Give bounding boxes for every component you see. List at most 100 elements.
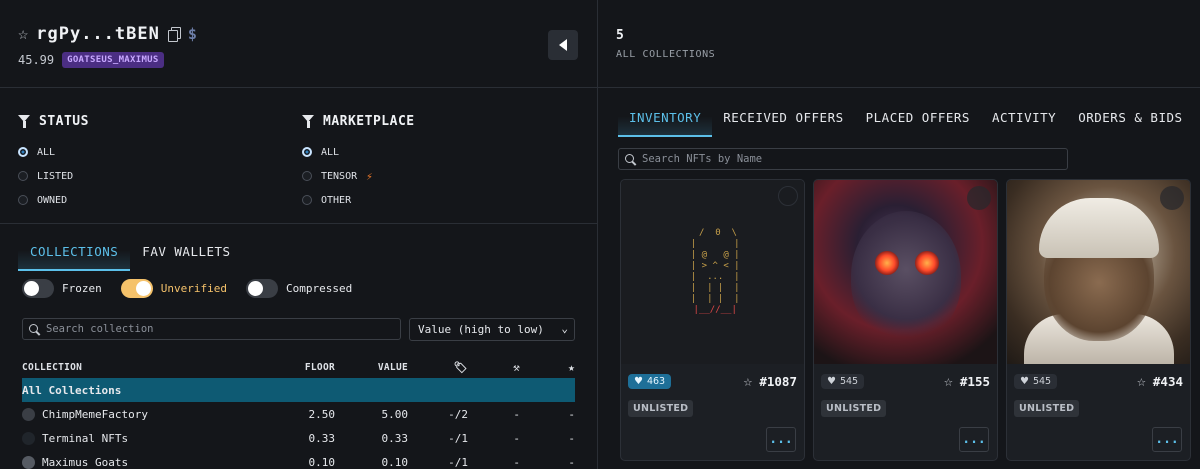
marketplace-option-all[interactable]: ALL bbox=[302, 140, 415, 164]
wallet-tag: GOATSEUS_MAXIMUS bbox=[62, 52, 164, 68]
fav-cell: - bbox=[568, 455, 575, 469]
tab-orders-bids[interactable]: ORDERS & BIDS bbox=[1067, 104, 1193, 137]
favorite-star-icon[interactable]: ☆ bbox=[743, 372, 752, 390]
column-floor[interactable]: FLOOR bbox=[272, 362, 335, 373]
sort-select[interactable]: Value (high to low) ⌄ bbox=[409, 318, 575, 341]
option-label: OWNED bbox=[37, 194, 68, 206]
column-fav[interactable]: ★ bbox=[520, 361, 575, 374]
ascii-art-image: / 0 \ | | | @ @ | | > ^ < | | ... | | | … bbox=[690, 228, 740, 315]
right-panel: 5 ALL COLLECTIONS INVENTORY RECEIVED OFF… bbox=[598, 0, 1200, 469]
collection-name: Terminal NFTs bbox=[42, 431, 129, 445]
table-row[interactable]: Terminal NFTs 0.33 0.33 -/1 - - bbox=[22, 426, 575, 450]
divider bbox=[598, 87, 1200, 88]
tab-received-offers[interactable]: RECEIVED OFFERS bbox=[712, 104, 854, 137]
marketplace-filter-title: MARKETPLACE bbox=[323, 114, 415, 129]
radio[interactable] bbox=[302, 195, 312, 205]
tab-fav-wallets[interactable]: FAV WALLETS bbox=[130, 238, 242, 271]
tab-inventory[interactable]: INVENTORY bbox=[618, 104, 713, 137]
favorite-star-icon[interactable]: ☆ bbox=[18, 24, 28, 44]
nft-card[interactable]: ♥ 545 ☆ #434 UNLISTED ... bbox=[1006, 179, 1191, 461]
floor-value: 0.10 bbox=[308, 455, 336, 469]
collapse-panel-button[interactable] bbox=[548, 30, 578, 60]
toggle-switch[interactable] bbox=[245, 279, 278, 298]
likes-badge: ♥ 545 bbox=[1014, 373, 1058, 389]
wallet-balance: 45.99 bbox=[18, 53, 55, 67]
status-filter: STATUS ALL LISTED OWNED bbox=[18, 114, 89, 212]
wallet-header: ☆ rgPy...tBEN $ 45.99 GOATSEUS_MAXIMUS bbox=[18, 24, 197, 68]
value-cell: 0.10 bbox=[381, 455, 409, 469]
status-option-all[interactable]: ALL bbox=[18, 140, 89, 164]
option-label: ALL bbox=[321, 146, 340, 158]
column-collection[interactable]: COLLECTION bbox=[22, 362, 272, 373]
toggle-label: Compressed bbox=[285, 282, 353, 295]
frozen-toggle[interactable]: Frozen bbox=[22, 279, 102, 298]
table-row-all[interactable]: All Collections bbox=[22, 378, 575, 402]
column-bids[interactable]: ⚒ bbox=[468, 361, 520, 374]
divider bbox=[0, 87, 598, 88]
count-value: 5 bbox=[616, 28, 624, 43]
nft-card[interactable]: ♥ 545 ☆ #155 UNLISTED ... bbox=[813, 179, 998, 461]
nft-search-input[interactable] bbox=[642, 153, 1067, 165]
all-collections-label: All Collections bbox=[22, 383, 122, 397]
more-options-button[interactable]: ... bbox=[959, 427, 989, 452]
filter-icon bbox=[302, 115, 315, 128]
toggle-switch[interactable] bbox=[22, 279, 54, 298]
radio[interactable] bbox=[302, 171, 312, 181]
nft-search bbox=[618, 148, 1068, 170]
unverified-toggle[interactable]: Unverified bbox=[120, 279, 227, 298]
radio-selected[interactable] bbox=[302, 147, 312, 157]
table-row[interactable]: ChimpMemeFactory 2.50 5.00 -/2 - - bbox=[22, 402, 575, 426]
radio-selected[interactable] bbox=[18, 147, 28, 157]
floor-value: 0.33 bbox=[308, 431, 336, 445]
radio[interactable] bbox=[18, 195, 28, 205]
filter-icon bbox=[18, 115, 31, 128]
nft-card[interactable]: / 0 \ | | | @ @ | | > ^ < | | ... | | | … bbox=[620, 179, 805, 461]
listed-cell: -/1 bbox=[448, 431, 468, 445]
tag-icon: 🏷 bbox=[453, 360, 468, 374]
collection-avatar bbox=[22, 407, 35, 421]
chevron-left-icon bbox=[559, 39, 567, 51]
ape-illustration bbox=[850, 210, 961, 341]
favorite-star-icon[interactable]: ☆ bbox=[1137, 372, 1146, 390]
marketplace-option-other[interactable]: OTHER bbox=[302, 188, 415, 212]
more-options-button[interactable]: ... bbox=[766, 427, 796, 452]
helmet-illustration bbox=[1038, 198, 1159, 258]
collection-badge-icon bbox=[967, 186, 991, 210]
wallet-address: rgPy...tBEN bbox=[36, 24, 160, 44]
collection-search-input[interactable] bbox=[46, 323, 400, 335]
collections-table: COLLECTION FLOOR VALUE 🏷 ⚒ ★ All Collect… bbox=[22, 356, 575, 469]
status-filter-title: STATUS bbox=[39, 114, 89, 129]
star-icon: ★ bbox=[568, 360, 575, 374]
left-tabs: COLLECTIONS FAV WALLETS bbox=[18, 238, 243, 271]
collection-badge-icon bbox=[778, 186, 798, 206]
bids-cell: - bbox=[513, 455, 520, 469]
tab-placed-offers[interactable]: PLACED OFFERS bbox=[855, 104, 981, 137]
column-listed[interactable]: 🏷 bbox=[408, 361, 468, 374]
option-label: LISTED bbox=[37, 170, 74, 182]
tab-collections[interactable]: COLLECTIONS bbox=[18, 238, 131, 271]
option-label: ALL bbox=[37, 146, 56, 158]
fav-cell: - bbox=[568, 407, 575, 421]
heart-icon: ♥ bbox=[1020, 375, 1029, 387]
table-row[interactable]: Maximus Goats 0.10 0.10 -/1 - - bbox=[22, 450, 575, 469]
marketplace-option-tensor[interactable]: TENSOR ⚡ bbox=[302, 164, 415, 188]
likes-badge: ♥ 545 bbox=[821, 373, 865, 389]
heart-icon: ♥ bbox=[634, 375, 643, 387]
status-option-listed[interactable]: LISTED bbox=[18, 164, 89, 188]
collection-search bbox=[22, 318, 401, 340]
compressed-toggle[interactable]: Compressed bbox=[245, 279, 353, 298]
more-options-button[interactable]: ... bbox=[1152, 427, 1182, 452]
heart-icon: ♥ bbox=[827, 375, 836, 387]
tab-activity[interactable]: ACTIVITY bbox=[981, 104, 1067, 137]
floor-value: 2.50 bbox=[308, 407, 336, 421]
solscan-icon[interactable]: $ bbox=[188, 25, 197, 43]
toggle-switch[interactable] bbox=[120, 279, 153, 298]
copy-icon[interactable] bbox=[167, 27, 181, 42]
radio[interactable] bbox=[18, 171, 28, 181]
chevron-down-icon: ⌄ bbox=[558, 322, 568, 335]
option-label: OTHER bbox=[321, 194, 352, 206]
column-value[interactable]: VALUE bbox=[335, 362, 408, 373]
toggle-row: Frozen Unverified Compressed bbox=[22, 279, 371, 298]
status-option-owned[interactable]: OWNED bbox=[18, 188, 89, 212]
favorite-star-icon[interactable]: ☆ bbox=[944, 372, 953, 390]
